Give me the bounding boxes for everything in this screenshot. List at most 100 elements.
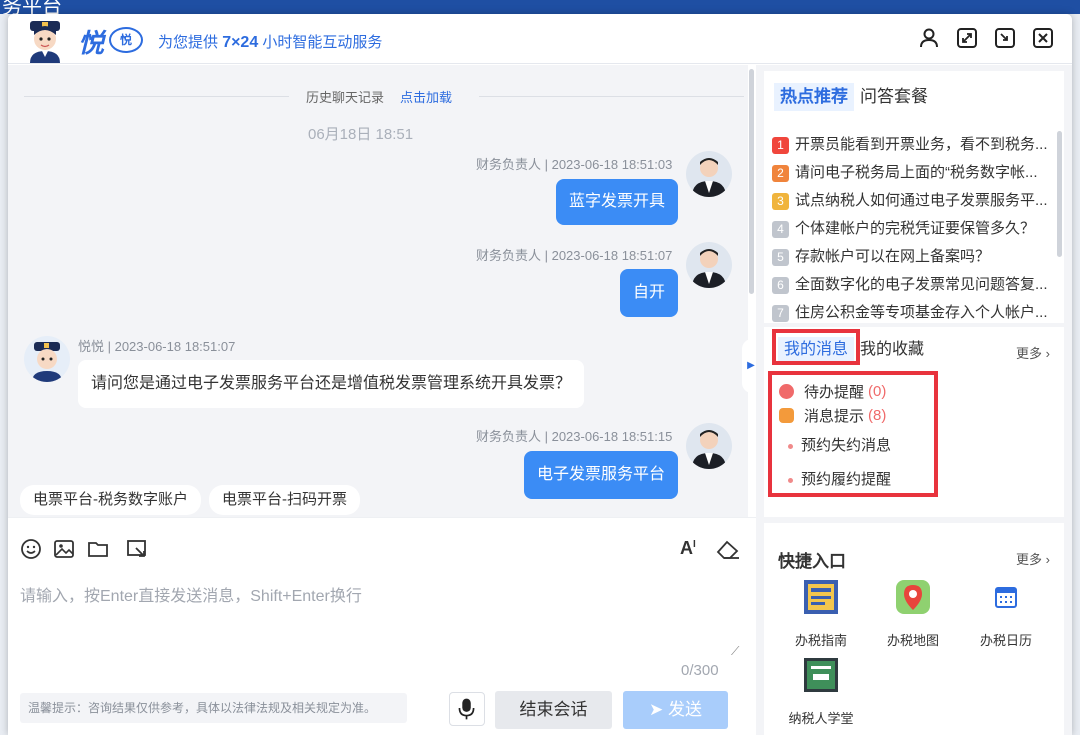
history-bar: 历史聊天记录 点击加载	[24, 87, 744, 107]
list-item-text: 个体建帐户的完税凭证要保管多久？	[795, 220, 1036, 237]
school-icon	[804, 658, 838, 692]
user-avatar	[686, 242, 732, 288]
list-item[interactable]: 5 存款帐户可以在网上备案吗？	[772, 243, 1052, 271]
expand-icon[interactable]	[956, 27, 978, 49]
bot-avatar	[24, 336, 70, 382]
eraser-icon[interactable]	[715, 538, 741, 560]
microphone-icon	[458, 698, 475, 720]
list-item-text: 开票员能看到开票业务，看不到税务...	[795, 136, 1048, 153]
clock-icon	[779, 384, 794, 399]
quick-chips: 电票平台-税务数字账户 电票平台-扫码开票	[20, 485, 360, 515]
input-area: AI 请输入，按Enter直接发送消息，Shift+Enter换行 ⟋ 0/30…	[8, 517, 756, 735]
user-icon[interactable]	[918, 27, 940, 49]
list-item-text: 住房公积金等专项基金存入个人帐户...	[795, 304, 1048, 321]
char-counter: 0/300	[681, 662, 719, 679]
send-button[interactable]: ➤ 发送	[623, 691, 728, 729]
date-stamp: 06月18日 18:51	[308, 126, 414, 143]
list-item[interactable]: 7 住房公积金等专项基金存入个人帐户...	[772, 299, 1052, 327]
window-header: 悦 悦 为您提供 7×24 小时智能互动服务	[8, 14, 1072, 64]
list-item[interactable]: 1 开票员能看到开票业务，看不到税务...	[772, 131, 1052, 159]
quick-chip[interactable]: 电票平台-税务数字账户	[20, 485, 201, 515]
calendar-icon	[995, 587, 1017, 608]
list-item-text: 试点纳税人如何通过电子发票服务平...	[795, 192, 1048, 209]
tab-qa[interactable]: 问答套餐	[860, 83, 928, 111]
resize-handle-icon[interactable]: ⟋	[731, 644, 739, 659]
slogan-bold: 7×24	[222, 34, 259, 51]
quick-entry-guide[interactable]: 办税指南	[786, 579, 856, 649]
send-icon: ➤	[649, 700, 668, 719]
list-item-text: 存款帐户可以在网上备案吗？	[795, 248, 991, 265]
hot-scrollbar[interactable]	[1057, 131, 1062, 257]
sub-message-item[interactable]: 预约失约消息	[788, 434, 891, 455]
quick-entry-school[interactable]: 纳税人学堂	[786, 657, 856, 727]
end-session-button[interactable]: 结束会话	[495, 691, 612, 729]
font-size-icon[interactable]: AI	[680, 538, 702, 560]
quick-entry-map[interactable]: 办税地图	[878, 579, 948, 649]
list-item-text: 全面数字化的电子发票常见问题答复...	[795, 276, 1048, 293]
chat-area[interactable]: 历史聊天记录 点击加载 06月18日 18:51 财务负责人 | 2023-06…	[8, 65, 748, 517]
slogan: 为您提供 7×24 小时智能互动服务	[158, 31, 382, 52]
history-load-link[interactable]: 点击加载	[400, 87, 452, 106]
message-meta: 财务负责人 | 2023-06-18 18:51:03	[476, 157, 673, 172]
disclaimer-tip: 温馨提示：咨询结果仅供参考，具体以法律法规及相关规定为准。	[20, 693, 407, 723]
todo-label: 待办提醒	[804, 384, 865, 401]
quick-entry-title: 快捷入口	[778, 552, 846, 571]
map-pin-icon	[896, 580, 930, 614]
message-meta: 悦悦 | 2023-06-18 18:51:07	[78, 339, 236, 354]
tab-my-favorites[interactable]: 我的收藏	[860, 337, 924, 363]
rank-badge: 7	[772, 304, 789, 322]
notice-reminder[interactable]: 消息提示 (8)	[779, 405, 886, 426]
user-avatar	[686, 423, 732, 469]
logo-text: 悦	[78, 28, 105, 58]
image-icon[interactable]	[53, 538, 75, 560]
send-label: 发送	[667, 700, 702, 719]
rank-badge: 5	[772, 248, 789, 266]
list-item[interactable]: 2 请问电子税务局上面的“税务数字帐...	[772, 159, 1052, 187]
microphone-button[interactable]	[449, 692, 485, 726]
font-size-label: A	[680, 538, 693, 558]
rank-badge: 2	[772, 164, 789, 182]
messages-more-link[interactable]: 更多 ›	[1016, 343, 1050, 362]
user-avatar	[686, 151, 732, 197]
divider	[24, 96, 289, 97]
emoji-icon[interactable]	[20, 538, 42, 560]
todo-count: (0)	[868, 383, 887, 400]
screenshot-icon[interactable]	[126, 538, 148, 560]
rank-badge: 3	[772, 192, 789, 210]
rank-badge: 4	[772, 220, 789, 238]
slogan-suffix: 小时智能互动服务	[262, 34, 383, 51]
message-bubble-user: 蓝字发票开具	[555, 179, 678, 225]
slogan-prefix: 为您提供	[158, 34, 219, 51]
minimize-icon[interactable]	[994, 27, 1016, 49]
message-input[interactable]: 请输入，按Enter直接发送消息，Shift+Enter换行	[20, 582, 362, 606]
police-avatar-icon	[30, 21, 60, 63]
history-label: 历史聊天记录	[306, 90, 385, 105]
list-item[interactable]: 4 个体建帐户的完税凭证要保管多久？	[772, 215, 1052, 243]
guide-icon	[804, 580, 838, 614]
list-item-text: 请问电子税务局上面的“税务数字帐...	[795, 164, 1038, 181]
list-item[interactable]: 6 全面数字化的电子发票常见问题答复...	[772, 271, 1052, 299]
quick-entry-calendar[interactable]: 办税日历	[971, 579, 1041, 649]
hot-list: 1 开票员能看到开票业务，看不到税务... 2 请问电子税务局上面的“税务数字帐..…	[772, 131, 1052, 327]
quick-entry-more-link[interactable]: 更多 ›	[1016, 549, 1050, 568]
close-icon[interactable]	[1032, 27, 1054, 49]
tab-hot[interactable]: 热点推荐	[774, 83, 854, 111]
sub-message-item[interactable]: 预约履约提醒	[788, 468, 891, 489]
hot-tabs: 热点推荐 问答套餐	[774, 83, 928, 111]
todo-reminder[interactable]: 待办提醒 (0)	[779, 381, 886, 402]
messages-card: 我的消息 我的收藏 更多 › 待办提醒 (0) 消息提示 (8) 预约失约消息 预约…	[764, 327, 1064, 517]
message-meta: 财务负责人 | 2023-06-18 18:51:15	[476, 429, 673, 444]
notice-label: 消息提示	[804, 408, 865, 425]
message-bubble-bot: 请问您是通过电子发票服务平台还是增值税发票管理系统开具发票？	[78, 360, 585, 408]
list-item[interactable]: 3 试点纳税人如何通过电子发票服务平...	[772, 187, 1052, 215]
window-controls	[918, 27, 1054, 49]
notice-count: (8)	[868, 407, 887, 424]
right-panel: 热点推荐 问答套餐 1 开票员能看到开票业务，看不到税务... 2 请问电子税务局上…	[756, 65, 1072, 735]
rank-badge: 1	[772, 136, 789, 154]
chat-scrollbar[interactable]	[749, 65, 755, 517]
folder-icon[interactable]	[87, 538, 109, 560]
quick-chip[interactable]: 电票平台-扫码开票	[209, 485, 360, 515]
message-bubble-user: 自开	[619, 269, 678, 317]
background-title: 务平台	[0, 0, 1080, 14]
message-bubble-user: 电子发票服务平台	[523, 451, 678, 499]
